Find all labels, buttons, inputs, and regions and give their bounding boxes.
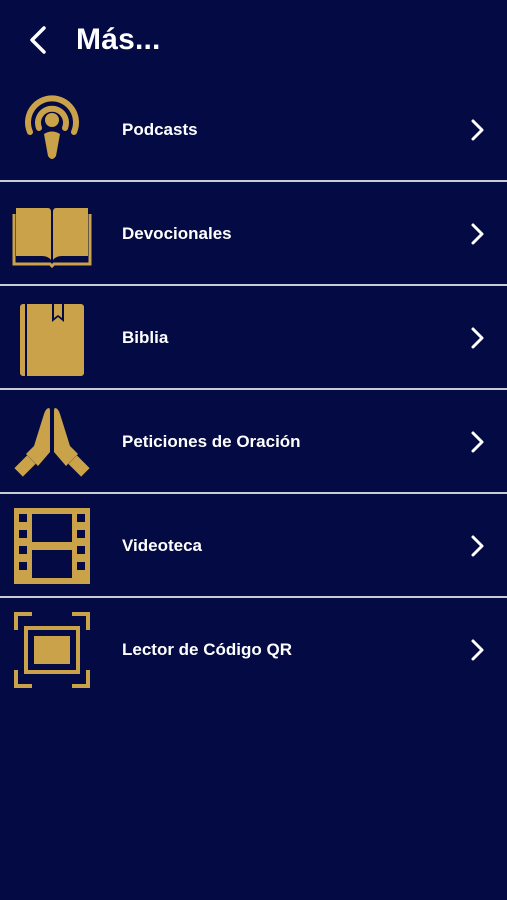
qr-scanner-icon: [12, 610, 92, 690]
menu-item-label: Biblia: [122, 328, 169, 347]
film-strip-icon: [12, 506, 92, 586]
podcast-icon: [12, 90, 92, 170]
chevron-right-icon: [465, 638, 489, 662]
praying-hands-icon: [12, 402, 92, 482]
menu-item-lector-qr[interactable]: Lector de Código QR: [0, 598, 507, 702]
menu-item-label: Peticiones de Oración: [122, 432, 301, 451]
menu-item-biblia[interactable]: Biblia: [0, 286, 507, 390]
page-title: Más...: [76, 23, 161, 56]
menu-item-peticiones-de-oracion[interactable]: Peticiones de Oración: [0, 390, 507, 494]
open-book-icon: [12, 194, 92, 274]
chevron-right-icon: [465, 326, 489, 350]
back-button[interactable]: [20, 20, 60, 60]
menu-item-devocionales[interactable]: Devocionales: [0, 182, 507, 286]
chevron-left-icon: [30, 26, 46, 54]
menu-item-label: Devocionales: [122, 224, 232, 243]
header: Más...: [0, 0, 507, 78]
chevron-right-icon: [465, 118, 489, 142]
menu-item-label: Lector de Código QR: [122, 640, 292, 659]
menu-item-label: Videoteca: [122, 536, 203, 555]
chevron-right-icon: [465, 222, 489, 246]
menu-item-podcasts[interactable]: Podcasts: [0, 78, 507, 182]
chevron-right-icon: [465, 534, 489, 558]
menu-item-videoteca[interactable]: Videoteca: [0, 494, 507, 598]
menu-item-label: Podcasts: [122, 120, 198, 139]
bible-bookmark-icon: [12, 298, 92, 378]
menu-list: Podcasts Devocionales Biblia Peticiones …: [0, 78, 507, 702]
chevron-right-icon: [465, 430, 489, 454]
